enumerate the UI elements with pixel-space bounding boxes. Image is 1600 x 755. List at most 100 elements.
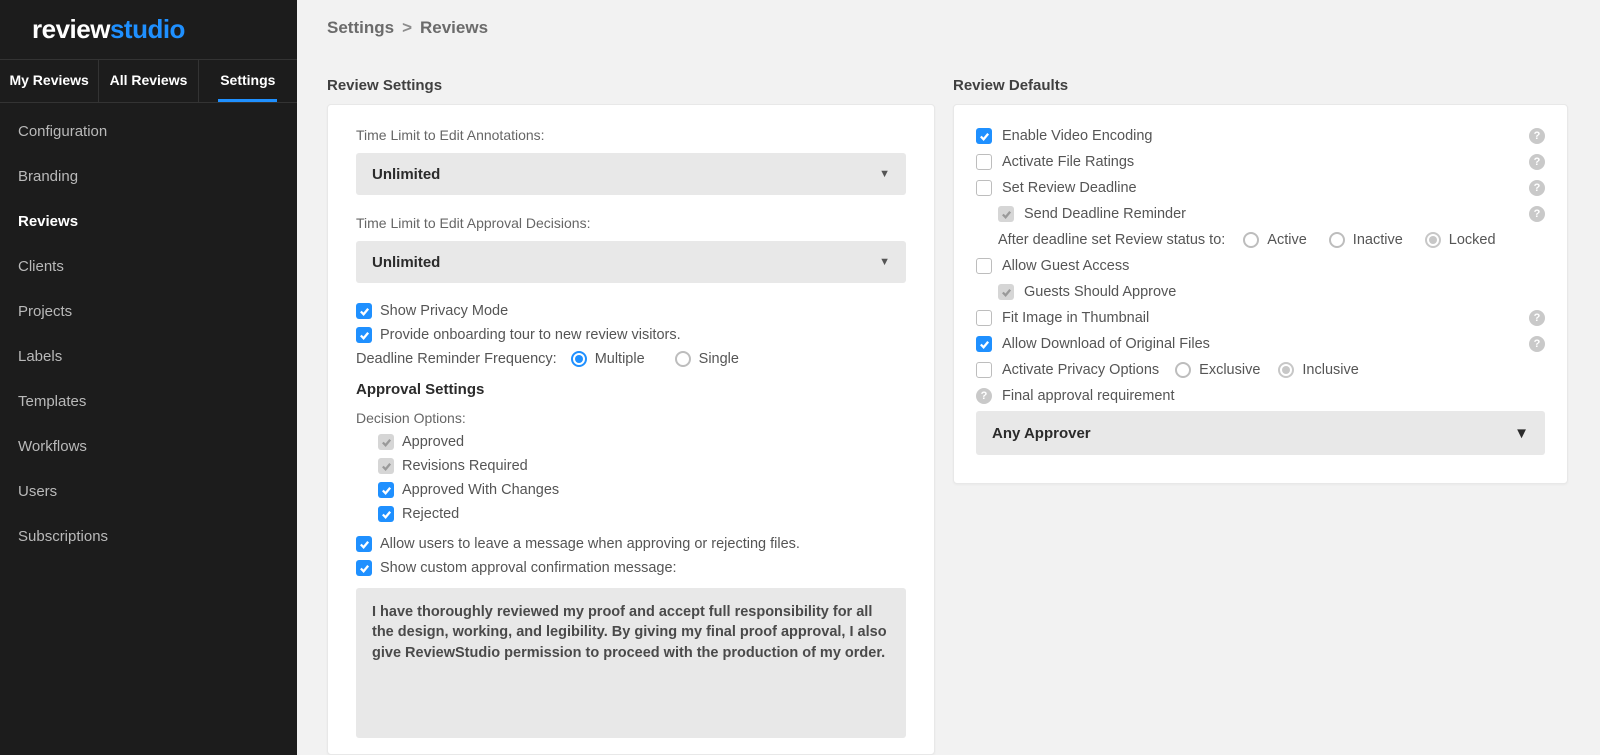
sidebar-item-subscriptions[interactable]: Subscriptions	[0, 516, 297, 557]
reminder-freq-label: Deadline Reminder Frequency:	[356, 351, 557, 367]
app-logo: reviewstudio	[0, 0, 297, 59]
chevron-down-icon: ▼	[879, 168, 890, 180]
deadline-status-inactive-label: Inactive	[1353, 232, 1403, 248]
deadline-status-radio-locked	[1425, 232, 1441, 248]
chevron-down-icon: ▼	[879, 256, 890, 268]
approval-limit-label: Time Limit to Edit Approval Decisions:	[356, 215, 906, 231]
review-defaults-card: Enable Video Encoding ? Activate File Ra…	[953, 104, 1568, 484]
privacy-mode-exclusive-label: Exclusive	[1199, 362, 1260, 378]
deadline-status-radio-active	[1243, 232, 1259, 248]
tab-my-reviews[interactable]: My Reviews	[0, 60, 99, 102]
show-custom-msg-label: Show custom approval confirmation messag…	[380, 560, 677, 576]
file-ratings-label: Activate File Ratings	[1002, 154, 1134, 170]
privacy-mode-label: Show Privacy Mode	[380, 303, 508, 319]
review-defaults-section: Review Defaults Enable Video Encoding ? …	[953, 77, 1568, 755]
approval-limit-value: Unlimited	[372, 254, 440, 271]
help-icon[interactable]: ?	[1529, 336, 1545, 352]
privacy-mode-inclusive-label: Inclusive	[1302, 362, 1358, 378]
logo-part2: studio	[110, 14, 185, 45]
privacy-options-checkbox[interactable]	[976, 362, 992, 378]
file-ratings-checkbox[interactable]	[976, 154, 992, 170]
guest-access-checkbox[interactable]	[976, 258, 992, 274]
help-icon[interactable]: ?	[1529, 128, 1545, 144]
decision-revisions-label: Revisions Required	[402, 458, 528, 474]
sidebar-item-branding[interactable]: Branding	[0, 156, 297, 197]
sidebar: reviewstudio My Reviews All Reviews Sett…	[0, 0, 297, 755]
review-defaults-title: Review Defaults	[953, 77, 1568, 94]
show-custom-msg-checkbox[interactable]	[356, 560, 372, 576]
sidebar-item-reviews[interactable]: Reviews	[0, 201, 297, 242]
decision-changes-label: Approved With Changes	[402, 482, 559, 498]
sidebar-item-labels[interactable]: Labels	[0, 336, 297, 377]
allow-message-checkbox[interactable]	[356, 536, 372, 552]
allow-message-label: Allow users to leave a message when appr…	[380, 536, 800, 552]
logo-part1: review	[32, 14, 110, 45]
decision-rejected-checkbox[interactable]	[378, 506, 394, 522]
breadcrumb: Settings > Reviews	[297, 0, 1600, 55]
decision-approved-label: Approved	[402, 434, 464, 450]
sidebar-item-users[interactable]: Users	[0, 471, 297, 512]
sidebar-item-configuration[interactable]: Configuration	[0, 111, 297, 152]
reminder-freq-radio-single[interactable]	[675, 351, 691, 367]
breadcrumb-root[interactable]: Settings	[327, 18, 394, 38]
sidebar-item-clients[interactable]: Clients	[0, 246, 297, 287]
breadcrumb-leaf: Reviews	[420, 18, 488, 38]
send-reminder-checkbox	[998, 206, 1014, 222]
reminder-freq-single-label: Single	[699, 351, 739, 367]
tab-settings[interactable]: Settings	[199, 60, 297, 102]
sidebar-item-projects[interactable]: Projects	[0, 291, 297, 332]
download-label: Allow Download of Original Files	[1002, 336, 1210, 352]
onboarding-label: Provide onboarding tour to new review vi…	[380, 327, 681, 343]
set-deadline-checkbox[interactable]	[976, 180, 992, 196]
deadline-status-radio-inactive	[1329, 232, 1345, 248]
approval-limit-select[interactable]: Unlimited ▼	[356, 241, 906, 283]
help-icon[interactable]: ?	[1529, 310, 1545, 326]
onboarding-checkbox[interactable]	[356, 327, 372, 343]
video-encoding-label: Enable Video Encoding	[1002, 128, 1153, 144]
privacy-mode-checkbox[interactable]	[356, 303, 372, 319]
set-deadline-label: Set Review Deadline	[1002, 180, 1137, 196]
chevron-down-icon: ▼	[1514, 425, 1529, 442]
top-tabs: My Reviews All Reviews Settings	[0, 59, 297, 103]
help-icon[interactable]: ?	[1529, 154, 1545, 170]
sidebar-item-templates[interactable]: Templates	[0, 381, 297, 422]
decision-approved-checkbox	[378, 434, 394, 450]
video-encoding-checkbox[interactable]	[976, 128, 992, 144]
decision-rejected-label: Rejected	[402, 506, 459, 522]
annotation-limit-select[interactable]: Unlimited ▼	[356, 153, 906, 195]
content-area: Review Settings Time Limit to Edit Annot…	[297, 55, 1600, 755]
deadline-status-locked-label: Locked	[1449, 232, 1496, 248]
review-settings-section: Review Settings Time Limit to Edit Annot…	[327, 77, 935, 755]
custom-approval-message-textarea[interactable]	[356, 588, 906, 738]
privacy-options-label: Activate Privacy Options	[1002, 362, 1159, 378]
help-icon[interactable]: ?	[1529, 180, 1545, 196]
fit-thumbnail-checkbox[interactable]	[976, 310, 992, 326]
tab-all-reviews[interactable]: All Reviews	[99, 60, 198, 102]
deadline-status-label: After deadline set Review status to:	[998, 232, 1225, 248]
final-approval-req-label: Final approval requirement	[1002, 388, 1174, 404]
decision-revisions-checkbox	[378, 458, 394, 474]
help-icon[interactable]: ?	[976, 388, 992, 404]
download-checkbox[interactable]	[976, 336, 992, 352]
main-panel: Settings > Reviews Review Settings Time …	[297, 0, 1600, 755]
final-approver-value: Any Approver	[992, 425, 1091, 442]
guests-approve-checkbox	[998, 284, 1014, 300]
reminder-freq-multiple-label: Multiple	[595, 351, 645, 367]
privacy-mode-radio-inclusive	[1278, 362, 1294, 378]
fit-thumbnail-label: Fit Image in Thumbnail	[1002, 310, 1149, 326]
guest-access-label: Allow Guest Access	[1002, 258, 1129, 274]
approval-settings-heading: Approval Settings	[356, 381, 906, 398]
final-approver-select[interactable]: Any Approver ▼	[976, 411, 1545, 455]
breadcrumb-sep-icon: >	[402, 18, 412, 38]
send-reminder-label: Send Deadline Reminder	[1024, 206, 1186, 222]
annotation-limit-label: Time Limit to Edit Annotations:	[356, 127, 906, 143]
decision-options-label: Decision Options:	[356, 410, 906, 426]
review-settings-card: Time Limit to Edit Annotations: Unlimite…	[327, 104, 935, 755]
side-nav: Configuration Branding Reviews Clients P…	[0, 103, 297, 557]
sidebar-item-workflows[interactable]: Workflows	[0, 426, 297, 467]
decision-changes-checkbox[interactable]	[378, 482, 394, 498]
privacy-mode-radio-exclusive	[1175, 362, 1191, 378]
review-settings-title: Review Settings	[327, 77, 935, 94]
help-icon[interactable]: ?	[1529, 206, 1545, 222]
reminder-freq-radio-multiple[interactable]	[571, 351, 587, 367]
